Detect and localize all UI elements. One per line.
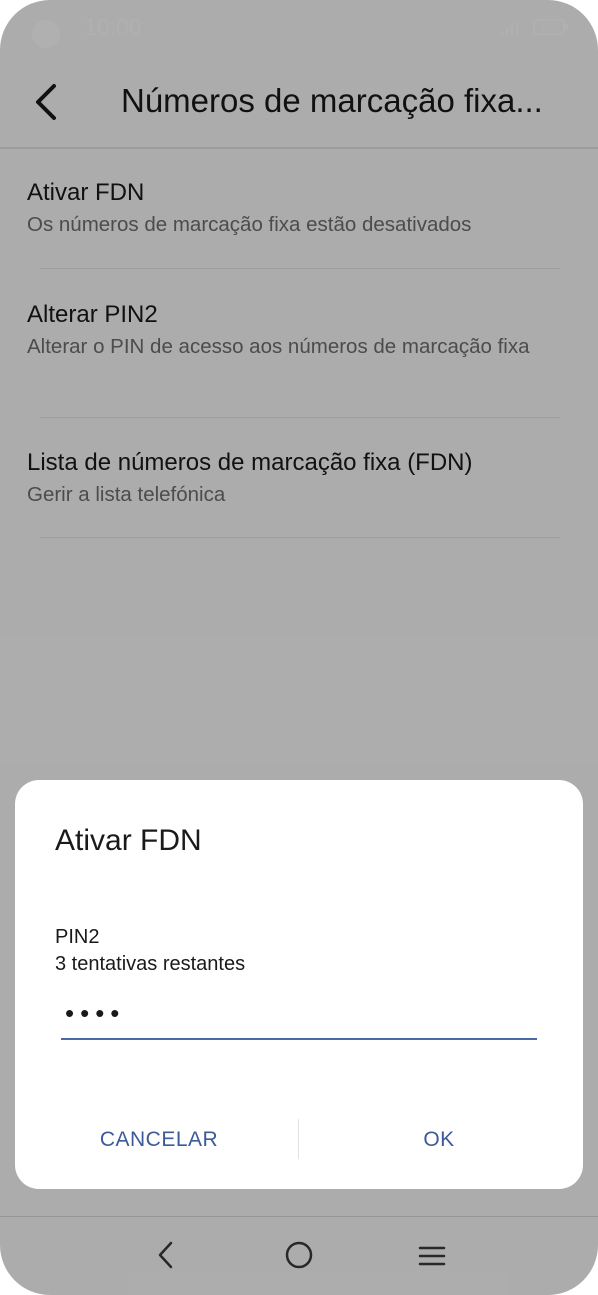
pin2-input[interactable] bbox=[61, 988, 537, 1040]
button-divider bbox=[298, 1119, 299, 1159]
activate-fdn-dialog: Ativar FDN PIN2 3 tentativas restantes C… bbox=[15, 780, 583, 1189]
dialog-title: Ativar FDN bbox=[55, 824, 202, 857]
phone-screen: 10:00 100 Números de marcação fixa... At… bbox=[0, 0, 598, 1295]
pin2-label: PIN2 bbox=[55, 926, 100, 948]
ok-button[interactable]: OK bbox=[335, 1118, 543, 1162]
cancel-button[interactable]: CANCELAR bbox=[55, 1118, 263, 1162]
attempts-remaining: 3 tentativas restantes bbox=[55, 953, 246, 975]
